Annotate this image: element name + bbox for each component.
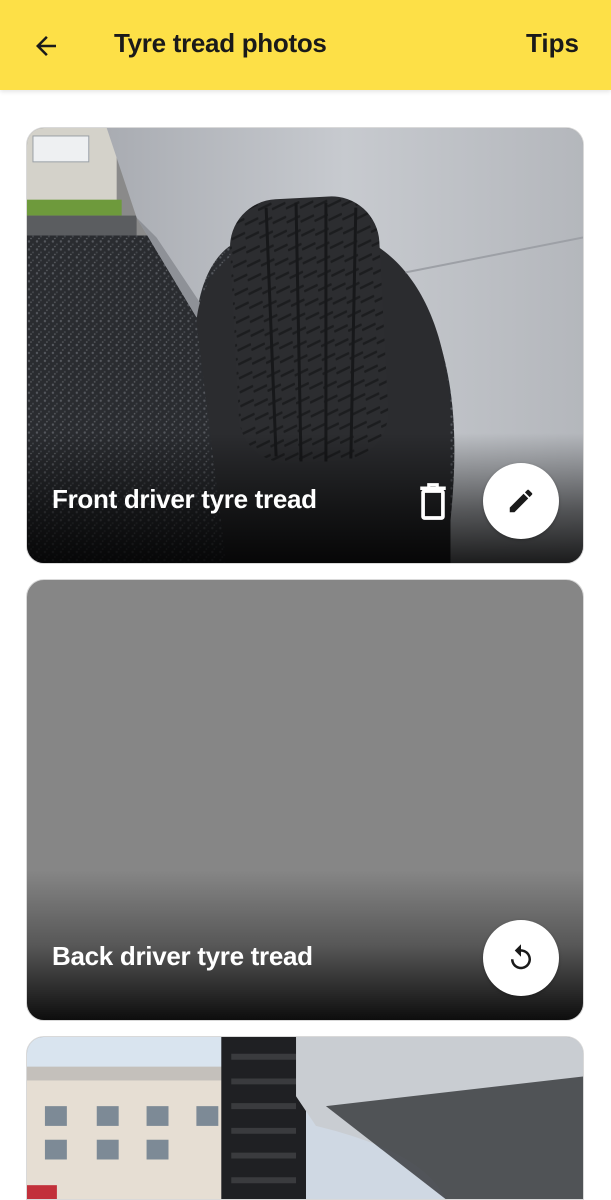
card-title: Front driver tyre tread (52, 484, 317, 514)
card-title: Back driver tyre tread (52, 941, 313, 971)
edit-button[interactable] (483, 463, 559, 539)
photo-card-next[interactable] (26, 1036, 584, 1200)
trash-icon (420, 483, 446, 520)
page-title: Tyre tread photos (114, 28, 327, 58)
tips-button[interactable]: Tips (526, 28, 579, 59)
photo-card-back-driver[interactable]: Back driver tyre tread (26, 579, 584, 1021)
back-button[interactable] (24, 24, 68, 68)
retake-button[interactable] (483, 920, 559, 996)
photo-card-front-driver[interactable]: Front driver tyre tread (26, 127, 584, 564)
delete-button[interactable] (413, 479, 453, 523)
retake-icon (511, 944, 531, 970)
pencil-icon (509, 489, 533, 513)
tyre-photo (27, 1037, 583, 1199)
app-bar: Tyre tread photos Tips (0, 0, 611, 90)
arrow-left-icon (36, 36, 56, 56)
